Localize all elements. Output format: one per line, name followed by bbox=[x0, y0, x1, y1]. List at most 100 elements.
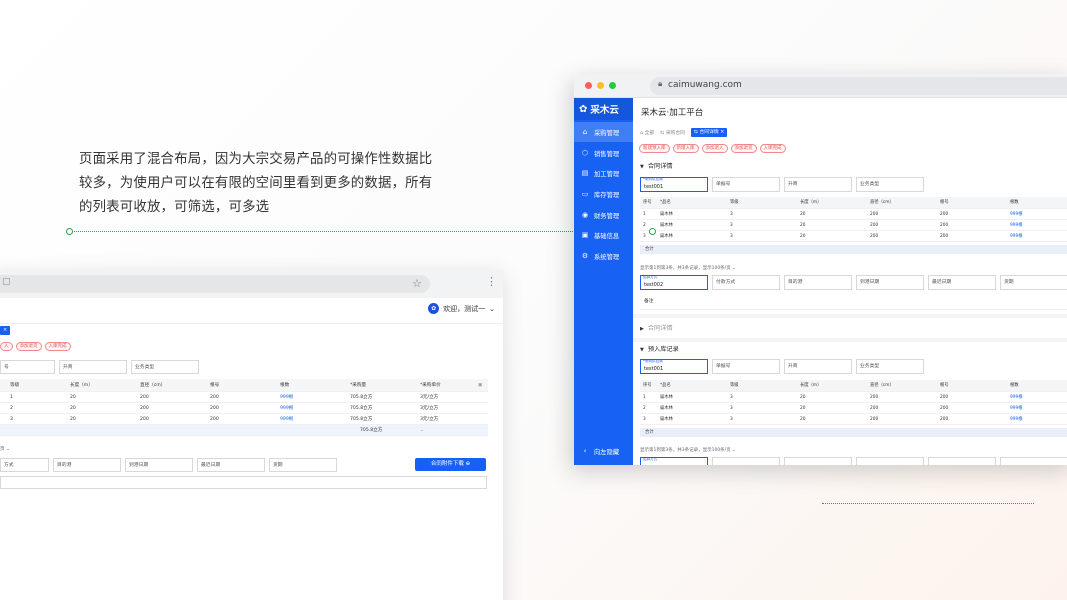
table-total-row: 705.8立方 ⌄ bbox=[0, 425, 488, 436]
chip-button[interactable]: 新建预入库 bbox=[639, 144, 670, 153]
section-pre-storage[interactable]: ▼ 预入库记录 bbox=[640, 344, 679, 353]
form-field[interactable]: 业务类型 bbox=[856, 359, 924, 374]
user-menu[interactable]: ✿ 欢迎，测试一 ⌄ bbox=[428, 303, 495, 314]
column-header: 等级 bbox=[730, 200, 739, 205]
settlement-field[interactable]: 结算方式 test002 bbox=[640, 275, 708, 290]
bookmark-star-icon[interactable]: ☆ bbox=[412, 277, 422, 290]
table-row[interactable]: 3 扁木林 3 20 200 200 999根 bbox=[640, 414, 1067, 425]
table-row[interactable]: 1 扁木林 3 20 200 200 999根 bbox=[640, 392, 1067, 403]
sidebar-item-processing[interactable]: ▤ 加工管理 bbox=[574, 163, 633, 183]
table-cell: 200 bbox=[870, 395, 879, 400]
address-bar[interactable]: 🔒︎ caimuwang.com bbox=[650, 77, 1067, 95]
section-contract-detail[interactable]: ▼ 合同详情 bbox=[640, 161, 673, 170]
form-field[interactable]: 目的港 bbox=[784, 275, 852, 290]
form-field[interactable] bbox=[712, 457, 780, 465]
table-cell-link[interactable]: 999根 bbox=[1010, 414, 1050, 424]
form-field[interactable] bbox=[928, 457, 996, 465]
form-field[interactable] bbox=[1000, 457, 1067, 465]
table-row[interactable]: 2 20 200 200 999根 705.8立方 3元/立方 bbox=[0, 403, 488, 414]
tab-close[interactable]: × bbox=[0, 326, 11, 335]
table-row[interactable]: 2 扁木林 3 20 200 200 999根 bbox=[640, 403, 1067, 414]
chevron-down-icon[interactable]: ⌄ bbox=[6, 447, 10, 452]
form-field[interactable]: 升商 bbox=[784, 177, 852, 192]
sidebar-item-system[interactable]: ⚙ 系统管理 bbox=[574, 246, 633, 266]
table-cell-link[interactable]: 999根 bbox=[1010, 220, 1050, 230]
form-field[interactable] bbox=[856, 457, 924, 465]
column-header: 序号 bbox=[643, 200, 652, 205]
table-cell-link[interactable]: 999根 bbox=[1010, 231, 1050, 241]
form-field[interactable]: 升商 bbox=[59, 360, 127, 374]
chip-button[interactable]: 添加退货 bbox=[15, 342, 42, 351]
chevron-down-icon[interactable]: ⌄ bbox=[420, 425, 430, 435]
close-icon[interactable]: × bbox=[720, 130, 724, 135]
maximize-window-button[interactable] bbox=[609, 82, 616, 89]
table-cell-link[interactable]: 999根 bbox=[280, 392, 350, 402]
table-cell-link[interactable]: 999根 bbox=[280, 414, 350, 424]
section-collapsed[interactable]: ▶ 合同详情 bbox=[640, 323, 673, 332]
column-header: *采购量 bbox=[350, 383, 367, 388]
table-row[interactable]: 3 20 200 200 999根 705.8立方 3元/立方 bbox=[0, 414, 488, 425]
field-label: *采购供应商 bbox=[643, 359, 663, 363]
form-field[interactable] bbox=[784, 457, 852, 465]
chip-button[interactable]: 添加退入 bbox=[701, 144, 728, 153]
chip-button[interactable]: 添加退货 bbox=[730, 144, 757, 153]
main-content: 采木云·加工平台 ⌂ 全部 ⇆ 采购合同 ⇆ 合同详情 × 新建预入库 新增入库… bbox=[633, 98, 1067, 465]
settlement-field[interactable]: 结算方式 bbox=[640, 457, 708, 465]
table-cell: 20 bbox=[800, 212, 806, 217]
form-field[interactable]: 到港日期 bbox=[856, 275, 924, 290]
minimize-window-button[interactable] bbox=[597, 82, 604, 89]
collapse-sidebar-button[interactable]: ‹ 向左隐藏 bbox=[574, 441, 633, 461]
sidebar-item-finance[interactable]: ◉ 财务管理 bbox=[574, 205, 633, 225]
address-bar[interactable]: ▢ bbox=[0, 275, 430, 293]
sidebar-item-basic-info[interactable]: ▣ 基础信息 bbox=[574, 225, 633, 245]
table-cell-link[interactable]: 999根 bbox=[1010, 403, 1050, 413]
form-field[interactable]: 货期 bbox=[1000, 275, 1067, 290]
settings-icon[interactable]: ▣ bbox=[478, 379, 488, 391]
supplier-field[interactable]: *采购供应商 test001 bbox=[640, 359, 708, 374]
table-row[interactable]: 3 扁木林 3 20 200 200 999根 bbox=[640, 231, 1067, 242]
chevron-down-icon: ⌄ bbox=[489, 304, 495, 313]
user-greeting: 欢迎，测试一 bbox=[443, 304, 486, 313]
supplier-field[interactable]: *采购供应商 test001 bbox=[640, 177, 708, 192]
column-header: 长度（m） bbox=[800, 383, 822, 388]
memo-field[interactable]: 备注 bbox=[640, 294, 1067, 310]
sidebar-item-inventory[interactable]: ▭ 库存管理 bbox=[574, 184, 633, 204]
form-field[interactable]: 目的港 bbox=[53, 458, 121, 472]
sidebar-item-purchase[interactable]: ⌂ 采购管理 bbox=[574, 122, 633, 142]
form-field[interactable]: 号 bbox=[0, 360, 55, 374]
table-row[interactable]: 1 扁木林 3 20 200 200 999根 bbox=[640, 209, 1067, 220]
more-menu-icon[interactable]: ⋮ bbox=[486, 275, 497, 288]
tab-contract-detail[interactable]: ⇆ 合同详情 × bbox=[690, 128, 728, 137]
form-field[interactable]: 货期 bbox=[269, 458, 337, 472]
tab-home[interactable]: ⌂ 全部 bbox=[640, 129, 654, 136]
download-attachment-button[interactable]: 合同附件下载 ⊕ bbox=[415, 458, 486, 471]
tab-purchase-contract[interactable]: ⇆ 采购合同 bbox=[660, 129, 685, 136]
table-cell-link[interactable]: 999根 bbox=[1010, 209, 1050, 219]
form-field[interactable]: 业务类型 bbox=[131, 360, 199, 374]
form-field[interactable]: 方式 bbox=[0, 458, 49, 472]
chip-button[interactable]: 新增入库 bbox=[672, 144, 699, 153]
chip-button[interactable]: 入 bbox=[0, 342, 13, 351]
memo-field[interactable] bbox=[0, 476, 487, 489]
chip-button[interactable]: 入库完成 bbox=[759, 144, 786, 153]
close-window-button[interactable] bbox=[585, 82, 592, 89]
table-cell: 200 bbox=[940, 417, 949, 422]
chevron-down-icon[interactable]: ⌄ bbox=[732, 448, 736, 453]
table-row[interactable]: 2 扁木林 3 20 200 200 999根 bbox=[640, 220, 1067, 231]
chevron-down-icon[interactable]: ⌄ bbox=[732, 266, 736, 271]
form-field[interactable]: 单据号 bbox=[712, 177, 780, 192]
form-field[interactable]: 最迟日期 bbox=[928, 275, 996, 290]
table-cell-link[interactable]: 999根 bbox=[280, 403, 350, 413]
table-cell-link[interactable]: 999根 bbox=[1010, 392, 1050, 402]
action-chips: 新建预入库 新增入库 添加退入 添加退货 入库完成 bbox=[639, 144, 786, 153]
form-field[interactable]: 单据号 bbox=[712, 359, 780, 374]
form-field[interactable]: 升商 bbox=[784, 359, 852, 374]
form-field[interactable]: 付款方式 bbox=[712, 275, 780, 290]
chip-button[interactable]: 入库完成 bbox=[44, 342, 71, 351]
table-row[interactable]: 1 20 200 200 999根 705.8立方 3元/立方 bbox=[0, 392, 488, 403]
form-field[interactable]: 到港日期 bbox=[125, 458, 193, 472]
form-field[interactable]: 业务类型 bbox=[856, 177, 924, 192]
form-field[interactable]: 最迟日期 bbox=[197, 458, 265, 472]
sidebar-item-sales[interactable]: ⬡ 销售管理 bbox=[574, 143, 633, 163]
